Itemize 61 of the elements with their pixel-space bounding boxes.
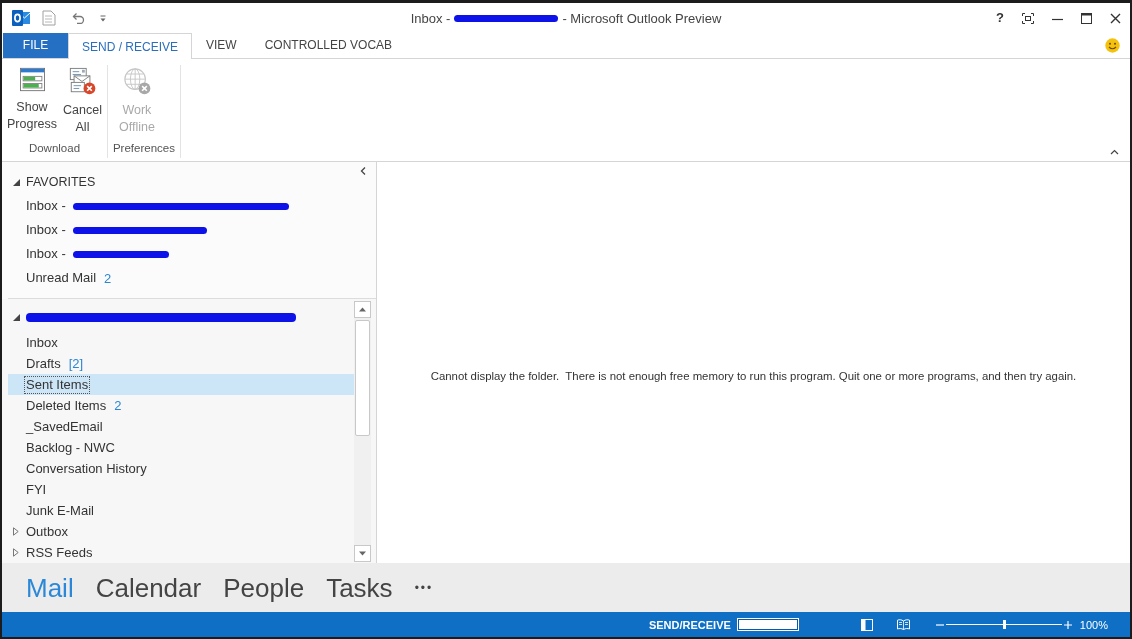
unread-count: [2] [68, 356, 84, 371]
mail-cancel-icon [68, 67, 97, 95]
group-label: Preferences [111, 141, 176, 156]
folder-item[interactable]: RSS Feeds [8, 542, 354, 563]
folder-item[interactable]: Sent Items [8, 374, 354, 395]
window-title: Inbox - [410, 10, 451, 26]
dropdown-arrow-icon[interactable] [100, 14, 106, 22]
scroll-down-icon[interactable] [354, 545, 371, 562]
folder-item[interactable]: FYI [8, 479, 354, 500]
window-title: - Microsoft Outlook Preview [562, 10, 722, 26]
folder-item[interactable]: Inbox - [8, 242, 376, 266]
more-button[interactable]: ••• [414, 580, 434, 595]
folder-item[interactable]: Outbox [8, 521, 354, 542]
group-label: Download [27, 141, 82, 156]
folder-item[interactable]: Junk E-Mail [8, 500, 354, 521]
reading-view-icon[interactable] [896, 619, 910, 630]
folder-item[interactable]: Inbox - [8, 218, 376, 242]
error-message: Cannot display the folder. There is not enough free memory to run this program. Quit one or more programs, and then try again. [430, 369, 1077, 382]
zoom-in-icon[interactable] [1063, 620, 1072, 629]
globe-icon [122, 67, 151, 95]
folder-item[interactable]: Inbox [8, 332, 354, 353]
scrollbar-thumb[interactable] [355, 320, 370, 436]
full-screen-icon[interactable] [1022, 12, 1034, 24]
progress-window-icon [18, 67, 46, 92]
slider-thumb[interactable] [1002, 620, 1006, 629]
undo-icon[interactable] [72, 12, 85, 24]
nav-link[interactable]: People [223, 572, 305, 603]
ribbon-tab[interactable]: SEND / RECEIVE [68, 33, 193, 59]
zoom-level-button[interactable]: 100% [1079, 618, 1108, 631]
file-tab[interactable]: FILE [3, 33, 68, 58]
app-logo-icon [12, 9, 30, 27]
expanded-triangle-icon[interactable] [13, 313, 20, 321]
close-icon[interactable] [1110, 12, 1121, 24]
collapsed-triangle-icon[interactable] [13, 527, 19, 536]
folder-item[interactable]: Drafts [2] [8, 353, 354, 374]
status-text: SEND/RECEIVE [648, 618, 731, 631]
help-button[interactable]: ? [996, 11, 1004, 25]
collapsed-triangle-icon[interactable] [13, 548, 19, 557]
cancel-all-button[interactable]: Cancel All [61, 65, 104, 136]
folder-item[interactable]: Conversation History [8, 458, 354, 479]
nav-link[interactable]: Calendar [95, 572, 202, 603]
folder-item[interactable]: Backlog - NWC [8, 437, 354, 458]
unread-count: 2 [114, 398, 122, 413]
scroll-up-icon[interactable] [354, 301, 371, 318]
smiley-icon[interactable] [1105, 38, 1120, 53]
ribbon-tab[interactable]: CONTROLLED VOCAB [250, 33, 407, 58]
nav-link[interactable]: Tasks [326, 572, 393, 603]
folder-item[interactable]: Deleted Items 2 [8, 395, 354, 416]
scrollbar[interactable] [354, 301, 371, 562]
collapse-caret-icon[interactable] [1110, 149, 1119, 155]
expanded-triangle-icon[interactable] [13, 179, 20, 186]
show-progress-button[interactable]: Show Progress [5, 65, 59, 133]
maximize-icon[interactable] [1081, 12, 1092, 24]
chevron-left-icon[interactable] [360, 167, 366, 175]
ribbon-tab[interactable]: VIEW [192, 33, 251, 58]
section-header[interactable]: FAVORITES [26, 175, 96, 190]
folder-item[interactable]: Unread Mail 2 [8, 266, 376, 290]
folder-item[interactable]: _SavedEmail [8, 416, 354, 437]
folder-item[interactable]: Inbox - [8, 194, 376, 218]
unread-count: 2 [104, 270, 112, 286]
normal-view-icon[interactable] [860, 618, 873, 631]
